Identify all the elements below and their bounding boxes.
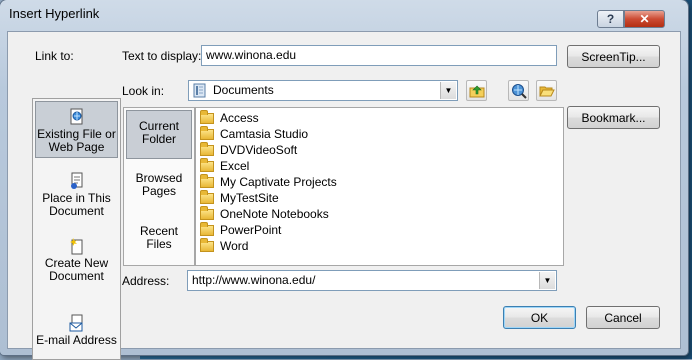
browse-web-button[interactable] — [508, 80, 529, 101]
file-name: Word — [220, 239, 249, 253]
folder-icon — [200, 173, 214, 188]
email-icon — [69, 314, 85, 332]
folder-icon — [200, 189, 214, 204]
browse-web-icon — [511, 83, 527, 99]
file-list[interactable]: Access Camtasia Studio DVDVideoSoft Exce… — [195, 107, 564, 266]
list-item[interactable]: MyTestSite — [200, 189, 279, 206]
window-title: Insert Hyperlink — [9, 6, 100, 21]
open-folder-icon — [538, 86, 555, 96]
link-to-email-address[interactable]: E-mail Address — [35, 314, 118, 347]
screentip-button[interactable]: ScreenTip... — [567, 45, 660, 68]
close-button[interactable]: ✕ — [624, 10, 665, 28]
chevron-down-icon: ▼ — [543, 276, 552, 285]
link-to-label: Link to: — [35, 49, 74, 63]
cancel-button[interactable]: Cancel — [586, 306, 660, 329]
address-value: http://www.winona.edu/ — [192, 273, 316, 287]
text-to-display-input[interactable]: www.winona.edu — [201, 45, 557, 66]
look-in-label: Look in: — [122, 84, 165, 98]
list-item[interactable]: Word — [200, 237, 249, 254]
link-to-place-label: Place in This Document — [42, 191, 111, 218]
documents-library-icon — [193, 83, 207, 100]
browse-navigation-panel: Current Folder Browsed Pages Recent File… — [123, 107, 195, 266]
list-item[interactable]: My Captivate Projects — [200, 173, 337, 190]
file-name: PowerPoint — [220, 223, 282, 237]
file-name: My Captivate Projects — [220, 175, 337, 189]
title-bar[interactable]: Insert Hyperlink ? ✕ — [0, 0, 688, 30]
help-button[interactable]: ? — [597, 10, 624, 28]
new-document-icon — [69, 237, 85, 255]
file-name: Camtasia Studio — [220, 127, 309, 141]
tab-current-folder-label: Current Folder — [138, 119, 179, 146]
chevron-down-icon: ▼ — [444, 86, 453, 95]
folder-icon — [200, 205, 214, 220]
browse-file-button[interactable] — [536, 80, 557, 101]
link-to-create-new-document[interactable]: Create New Document — [35, 237, 118, 283]
dialog-client-area: Link to: Existing File or Web Page Place… — [7, 31, 681, 360]
tab-recent-files-label: Recent Files — [139, 224, 179, 251]
close-icon: ✕ — [639, 12, 650, 26]
file-name: DVDVideoSoft — [220, 143, 298, 157]
address-combobox[interactable]: http://www.winona.edu/ ▼ — [187, 270, 557, 291]
tab-recent-files[interactable]: Recent Files — [126, 225, 192, 251]
link-to-panel: Existing File or Web Page Place in This … — [32, 98, 121, 360]
look-in-dropdown-arrow[interactable]: ▼ — [440, 82, 456, 99]
ok-button[interactable]: OK — [503, 306, 576, 329]
list-item[interactable]: PowerPoint — [200, 221, 282, 238]
help-icon: ? — [606, 12, 615, 26]
file-name: Excel — [220, 159, 250, 173]
document-place-icon — [69, 172, 85, 190]
list-item[interactable]: OneNote Notebooks — [200, 205, 329, 222]
list-item[interactable]: Access — [200, 109, 259, 126]
address-dropdown-arrow[interactable]: ▼ — [539, 272, 555, 289]
folder-icon — [200, 221, 214, 236]
up-one-folder-button[interactable] — [466, 80, 487, 101]
file-name: MyTestSite — [220, 191, 279, 205]
folder-icon — [200, 237, 214, 252]
list-item[interactable]: DVDVideoSoft — [200, 141, 298, 158]
link-to-place-in-document[interactable]: Place in This Document — [35, 172, 118, 218]
link-to-existing-file-label: Existing File or Web Page — [37, 127, 116, 154]
folder-icon — [200, 125, 214, 140]
tab-current-folder[interactable]: Current Folder — [126, 110, 192, 159]
list-item[interactable]: Excel — [200, 157, 250, 174]
folder-icon — [200, 157, 214, 172]
insert-hyperlink-dialog: Insert Hyperlink ? ✕ Link to: Existing F… — [0, 0, 688, 360]
globe-page-icon — [69, 108, 85, 126]
folder-icon — [200, 109, 214, 124]
link-to-email-label: E-mail Address — [36, 333, 117, 347]
folder-icon — [200, 141, 214, 156]
link-to-existing-file[interactable]: Existing File or Web Page — [35, 101, 118, 158]
file-name: Access — [220, 111, 259, 125]
address-label: Address: — [122, 274, 170, 288]
list-item[interactable]: Camtasia Studio — [200, 125, 309, 142]
link-to-create-new-label: Create New Document — [44, 256, 109, 283]
file-name: OneNote Notebooks — [220, 207, 329, 221]
text-to-display-label: Text to display: — [122, 49, 202, 63]
look-in-value: Documents — [213, 83, 274, 97]
tab-browsed-pages[interactable]: Browsed Pages — [126, 172, 192, 198]
look-in-combobox[interactable]: Documents ▼ — [188, 80, 458, 101]
up-folder-icon — [469, 85, 484, 97]
tab-browsed-pages-label: Browsed Pages — [135, 171, 183, 198]
bookmark-button[interactable]: Bookmark... — [567, 106, 660, 129]
